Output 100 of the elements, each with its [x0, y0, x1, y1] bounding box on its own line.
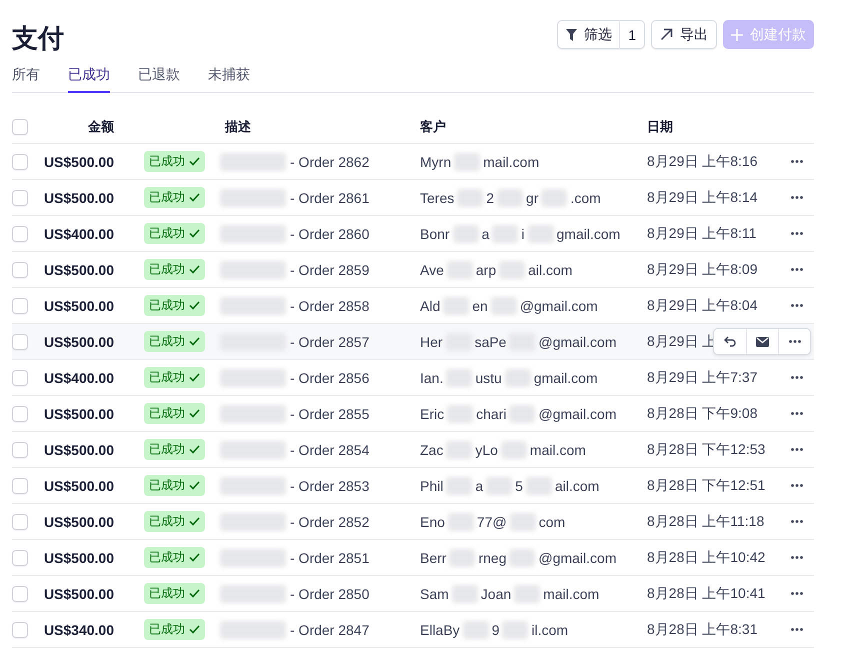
customer-text: saPe: [474, 334, 506, 350]
tab[interactable]: 已成功: [68, 64, 110, 93]
customer-text: ustu: [475, 370, 502, 386]
payment-row[interactable]: US$500.00 已成功 - Order 2862 Myrn mail.com 8月29日 上午8:16: [12, 144, 814, 180]
blurred-text: [452, 584, 478, 602]
checkbox[interactable]: [12, 442, 28, 458]
payment-row[interactable]: US$500.00 已成功 - Order 2851 Berr rneg @gmail.com 8月28日 上午10:42: [12, 540, 814, 576]
blurred-text: [446, 260, 473, 278]
check-icon: [189, 373, 200, 382]
checkbox[interactable]: [12, 119, 28, 135]
blurred-text: [220, 224, 286, 242]
customer-text: @gmail.com: [538, 550, 616, 566]
blurred-text: [220, 440, 286, 458]
customer-text: a: [482, 226, 490, 242]
payment-row[interactable]: US$400.00 已成功 - Order 2856 Ian. ustu gmail.com 8月29日 上午7:37: [12, 360, 814, 396]
checkbox[interactable]: [12, 478, 28, 494]
description: - Order 2852: [290, 514, 370, 530]
blurred-text: [528, 224, 554, 242]
checkbox[interactable]: [12, 514, 28, 530]
customer-text: .com: [570, 190, 601, 206]
blurred-text: [220, 188, 286, 206]
blurred-text: [220, 512, 286, 530]
blurred-text: [220, 584, 286, 602]
date: 8月28日 下午12:53: [647, 440, 766, 458]
amount: US$500.00: [44, 298, 114, 314]
blurred-text: [486, 476, 512, 494]
checkbox[interactable]: [12, 262, 28, 278]
tab[interactable]: 未捕获: [208, 64, 250, 93]
date: 8月29日 上午8:09: [647, 260, 758, 278]
customer-text: Berr: [420, 550, 446, 566]
status-badge: 已成功: [144, 439, 205, 460]
check-icon: [189, 193, 200, 202]
payment-row[interactable]: US$500.00 已成功 - Order 2850 Sam Joan mail.com 8月28日 上午10:41: [12, 576, 814, 612]
payment-row[interactable]: US$500.00 已成功 - Order 2852 Eno 77@ com 8月28日 上午11:18: [12, 504, 814, 540]
check-icon: [189, 589, 200, 598]
payment-row[interactable]: US$500.00 已成功 - Order 2853 Phil a 5 ail.com 8月28日 下午12:51: [12, 468, 814, 504]
amount: US$500.00: [44, 514, 114, 530]
blurred-text: [509, 548, 536, 566]
more-icon: [791, 376, 803, 379]
customer-text: ail.com: [554, 478, 600, 494]
blurred-text: [462, 620, 489, 638]
checkbox[interactable]: [12, 226, 28, 242]
customer-text: @gmail.com: [538, 334, 616, 350]
reply-icon: [724, 336, 736, 347]
blurred-text: [541, 188, 568, 206]
description: - Order 2858: [290, 298, 370, 314]
status-badge: 已成功: [144, 619, 205, 640]
customer-text: EllaBy: [420, 622, 460, 638]
amount: US$500.00: [44, 442, 114, 458]
description: - Order 2860: [290, 226, 370, 242]
filter-button[interactable]: 筛选 1: [557, 20, 645, 49]
check-icon: [189, 229, 200, 238]
more-icon: [791, 196, 803, 199]
payment-row[interactable]: US$500.00 已成功 - Order 2861 Teres 2 gr .com 8月29日 上午8:14: [12, 180, 814, 216]
blurred-text: [449, 548, 476, 566]
more-icon: [791, 628, 803, 631]
payment-row[interactable]: US$500.00 已成功 - Order 2855 Eric chari @gmail.com 8月28日 下午9:08: [12, 396, 814, 432]
checkbox[interactable]: [12, 406, 28, 422]
customer-text: Myrn: [420, 154, 452, 170]
date: 8月29日 上午8:11: [647, 224, 756, 242]
customer-text: @gmail.com: [538, 406, 616, 422]
plus-icon: [731, 28, 743, 40]
more-icon: [791, 556, 803, 559]
amount: US$400.00: [44, 370, 114, 386]
payment-row[interactable]: US$500.00 已成功 - Order 2859 Ave arp ail.com 8月29日 上午8:09: [12, 252, 814, 288]
payment-row[interactable]: US$400.00 已成功 - Order 2860 Bonr a i gmail.com 8月29日 上午8:11: [12, 216, 814, 252]
status-badge: 已成功: [144, 511, 205, 532]
date: 8月28日 上午10:42: [647, 548, 766, 566]
check-icon: [189, 517, 200, 526]
blurred-text: [220, 404, 286, 422]
description: - Order 2851: [290, 550, 370, 566]
status-badge: 已成功: [144, 259, 205, 280]
export-button[interactable]: 导出: [651, 20, 717, 49]
payment-row[interactable]: US$500.00 已成功 - Order 2854 Zac yLo mail.com 8月28日 下午12:53: [12, 432, 814, 468]
customer-text: Sam: [420, 586, 449, 602]
blurred-text: [220, 368, 286, 386]
blurred-text: [500, 440, 527, 458]
check-icon: [189, 157, 200, 166]
checkbox[interactable]: [12, 550, 28, 566]
more-icon: [791, 160, 803, 163]
column-header: 日期: [647, 118, 674, 136]
description: - Order 2862: [290, 154, 370, 170]
blurred-text: [448, 512, 474, 530]
checkbox[interactable]: [12, 334, 28, 350]
customer-text: Phil: [420, 478, 444, 494]
customer-text: Bonr: [420, 226, 450, 242]
checkbox[interactable]: [12, 154, 28, 170]
column-header: 描述: [224, 118, 252, 136]
checkbox[interactable]: [12, 586, 28, 602]
amount: US$500.00: [44, 334, 114, 350]
date: 8月28日 下午9:08: [647, 404, 758, 422]
checkbox[interactable]: [12, 622, 28, 638]
tab[interactable]: 所有: [12, 64, 40, 93]
blurred-text: [446, 476, 472, 494]
amount: US$340.00: [44, 622, 114, 638]
checkbox[interactable]: [12, 298, 28, 314]
checkbox[interactable]: [12, 370, 28, 386]
payment-row[interactable]: US$340.00 已成功 - Order 2847 EllaBy 9 il.com 8月28日 上午8:31: [12, 612, 814, 648]
tab[interactable]: 已退款: [138, 64, 180, 93]
checkbox[interactable]: [12, 190, 28, 206]
